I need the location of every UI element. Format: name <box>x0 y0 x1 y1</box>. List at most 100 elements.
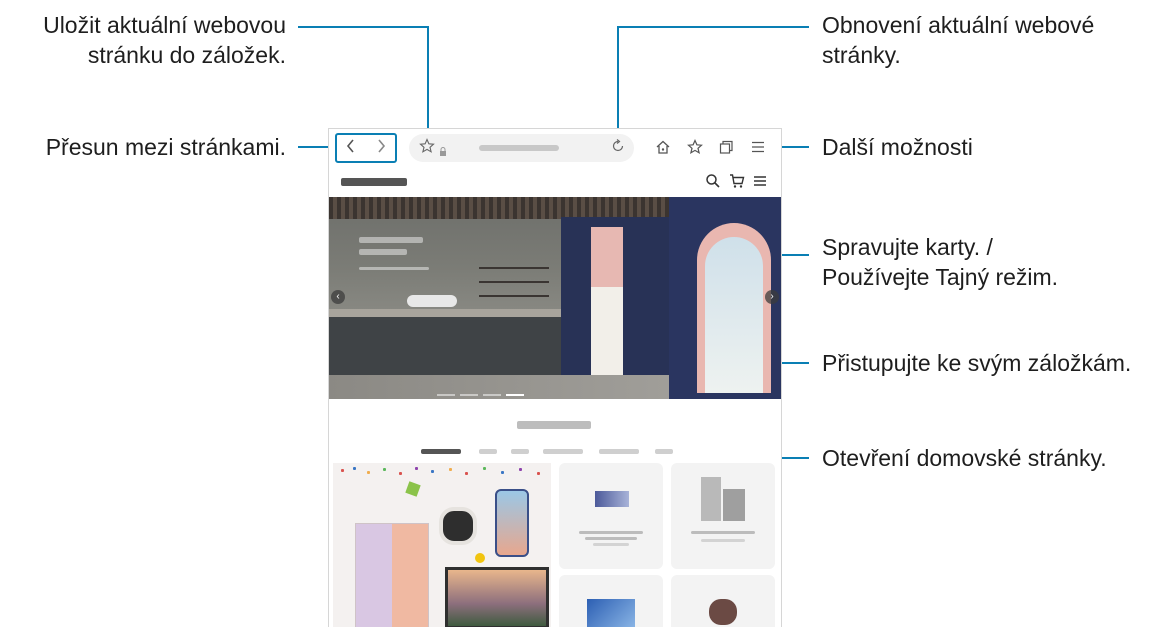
promo-watch-image <box>439 507 477 545</box>
product-subtitle-placeholder <box>701 539 745 542</box>
callout-tabs-line1: Spravujte karty. / <box>822 234 993 260</box>
hero-dot[interactable] <box>437 394 455 396</box>
callout-navigate: Přesun mezi stránkami. <box>46 132 286 162</box>
callout-bookmarks-text: Přistupujte ke svým záložkám. <box>822 350 1132 376</box>
promo-sticker-image <box>405 481 421 497</box>
category-tab[interactable] <box>479 449 497 454</box>
product-card[interactable] <box>559 463 663 569</box>
hero-dot[interactable] <box>460 394 478 396</box>
chevron-right-icon[interactable] <box>375 138 387 158</box>
category-tab[interactable] <box>655 449 673 454</box>
star-outline-icon[interactable] <box>419 138 435 158</box>
callout-bookmarks: Přistupujte ke svým záložkám. <box>822 348 1131 378</box>
category-tab-active[interactable] <box>421 449 461 454</box>
callout-line-refresh-v <box>617 26 619 138</box>
confetti <box>415 467 418 470</box>
product-image <box>587 599 635 627</box>
section-title-placeholder <box>517 421 591 429</box>
hero-fridge-white <box>591 287 623 375</box>
confetti <box>465 472 468 475</box>
confetti <box>399 472 402 475</box>
callout-line-bookmark-h <box>298 26 429 28</box>
category-tab[interactable] <box>511 449 529 454</box>
hero-ceiling <box>329 197 669 219</box>
chevron-left-icon[interactable] <box>345 138 357 158</box>
promo-card-large[interactable] <box>333 463 551 627</box>
home-icon[interactable] <box>655 139 671 159</box>
browser-toolbar <box>329 129 781 167</box>
product-image <box>723 489 745 521</box>
star-list-icon[interactable] <box>687 139 703 159</box>
hero-next-arrow-icon[interactable]: › <box>765 290 779 304</box>
hero-prev-arrow-icon[interactable]: ‹ <box>331 290 345 304</box>
hero-banner[interactable]: ‹ › <box>329 197 781 399</box>
cart-icon[interactable] <box>729 173 745 193</box>
hero-shelf <box>479 281 549 283</box>
site-header <box>329 167 781 197</box>
callout-more-options-text: Další možnosti <box>822 134 973 160</box>
callout-home: Otevření domovské stránky. <box>822 443 1107 473</box>
hero-headline-placeholder <box>359 249 407 255</box>
promo-tv-image <box>445 567 549 627</box>
hero-shelf <box>479 267 549 269</box>
hero-subtext-placeholder <box>359 267 429 270</box>
callout-tabs: Spravujte karty. / Používejte Tajný reži… <box>822 232 1058 292</box>
hero-pagination <box>437 383 529 399</box>
hero-arch-window <box>705 237 763 393</box>
confetti <box>383 468 386 471</box>
address-bar[interactable] <box>409 134 634 162</box>
hero-shelf <box>479 295 549 297</box>
site-logo[interactable] <box>341 178 407 186</box>
confetti <box>537 472 540 475</box>
callout-line-refresh-h <box>617 26 809 28</box>
callout-bookmark-save-line1: Uložit aktuální webovou <box>43 12 286 38</box>
product-subtitle-placeholder <box>593 543 629 546</box>
confetti <box>353 467 356 470</box>
product-card[interactable] <box>671 463 775 569</box>
callout-line-bookmark-v <box>427 26 429 138</box>
callout-refresh: Obnovení aktuální webové stránky. <box>822 10 1094 70</box>
confetti <box>367 471 370 474</box>
callout-more-options: Další možnosti <box>822 132 973 162</box>
callout-bookmark-save-line2: stránku do záložek. <box>87 42 286 68</box>
callout-bookmark-save: Uložit aktuální webovou stránku do zálož… <box>43 10 286 70</box>
confetti <box>341 469 344 472</box>
category-tab[interactable] <box>543 449 583 454</box>
callout-home-text: Otevření domovské stránky. <box>822 445 1107 471</box>
promo-phone-image <box>495 489 529 557</box>
product-card[interactable] <box>559 575 663 627</box>
product-image <box>595 491 629 507</box>
hero-dot[interactable] <box>483 394 501 396</box>
category-tab[interactable] <box>599 449 639 454</box>
hero-counter <box>329 317 569 377</box>
product-title-placeholder <box>691 531 755 534</box>
hamburger-icon[interactable] <box>750 139 766 159</box>
product-image <box>709 599 737 625</box>
confetti <box>449 468 452 471</box>
confetti <box>519 468 522 471</box>
hero-fridge-pink <box>591 227 623 287</box>
product-title-placeholder <box>579 531 643 534</box>
lock-icon <box>439 141 447 161</box>
hero-dot[interactable] <box>506 394 524 396</box>
product-card[interactable] <box>671 575 775 627</box>
hero-cta-button[interactable] <box>407 295 457 307</box>
callout-refresh-line1: Obnovení aktuální webové <box>822 12 1095 38</box>
hero-headline-placeholder <box>359 237 423 243</box>
product-image <box>701 477 721 521</box>
refresh-icon[interactable] <box>610 138 626 158</box>
callout-tabs-line2: Používejte Tajný režim. <box>822 264 1059 290</box>
product-title-placeholder <box>585 537 637 540</box>
url-text[interactable] <box>479 145 559 151</box>
browser-screen: ‹ › <box>328 128 782 627</box>
confetti <box>483 467 486 470</box>
callout-refresh-line2: stránky. <box>822 42 901 68</box>
promo-sticker-image <box>475 553 485 563</box>
callout-navigate-text: Přesun mezi stránkami. <box>45 134 286 160</box>
confetti <box>431 470 434 473</box>
search-icon[interactable] <box>705 173 721 193</box>
promo-fridge-image <box>355 523 429 627</box>
site-menu-icon[interactable] <box>753 173 767 193</box>
tabs-icon[interactable] <box>718 139 734 159</box>
confetti <box>501 471 504 474</box>
